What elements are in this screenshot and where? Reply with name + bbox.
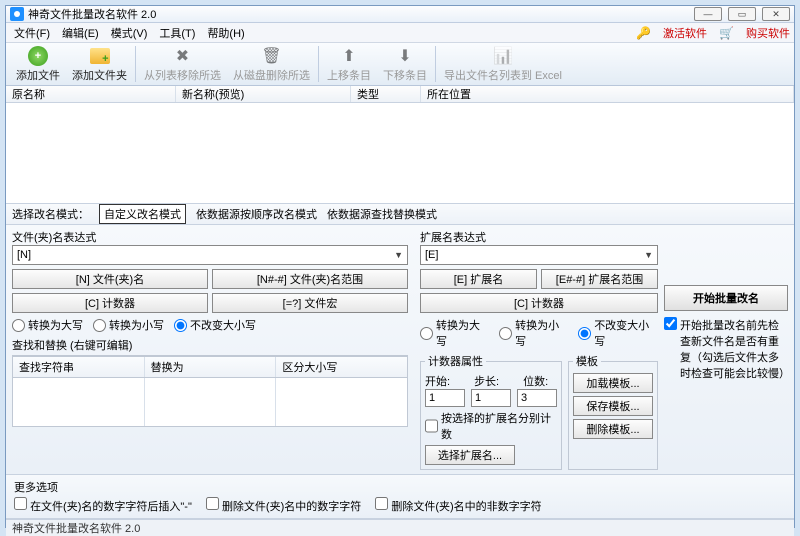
add-folder-button[interactable]: 添加文件夹	[66, 43, 133, 85]
btn-macro-token[interactable]: [=?] 文件宏	[212, 293, 408, 313]
per-ext-checkbox[interactable]: 按选择的扩展名分别计数	[425, 410, 557, 442]
menu-tool[interactable]: 工具(T)	[155, 23, 199, 43]
btn-ext-counter-token[interactable]: [C] 计数器	[420, 293, 658, 313]
ext-expr-input[interactable]: [E]▼	[420, 245, 658, 265]
menu-edit[interactable]: 编辑(E)	[58, 23, 103, 43]
mode-bar: 选择改名模式： 自定义改名模式 依数据源按顺序改名模式 依数据源查找替换模式	[6, 203, 794, 225]
start-rename-button[interactable]: 开始批量改名	[664, 285, 788, 311]
arrow-up-icon: ⬆	[338, 45, 360, 66]
col-location[interactable]: 所在位置	[421, 86, 794, 102]
btn-counter-token[interactable]: [C] 计数器	[12, 293, 208, 313]
find-col-replace: 替换为	[145, 357, 277, 377]
statusbar: 神奇文件批量改名软件 2.0	[6, 519, 794, 536]
opt-del-nondigits[interactable]: 删除文件(夹)名中的非数字字符	[375, 497, 541, 514]
excel-icon: 📊	[492, 45, 514, 66]
find-replace-group: 查找字符串 替换为 区分大小写	[12, 355, 408, 427]
plus-icon: +	[28, 46, 48, 66]
ext-radio-upper[interactable]: 转换为大写	[420, 317, 489, 349]
menubar: 文件(F) 编辑(E) 模式(V) 工具(T) 帮助(H) 🔑 激活软件 🛒 购…	[6, 23, 794, 43]
titlebar: 神奇文件批量改名软件 2.0 — ▭ ✕	[6, 6, 794, 23]
mode-label: 选择改名模式：	[12, 206, 89, 222]
ext-radio-lower[interactable]: 转换为小写	[499, 317, 568, 349]
app-icon	[10, 7, 24, 21]
opt-insert-dash[interactable]: 在文件(夹)名的数字字符后插入"-"	[14, 497, 192, 514]
key-icon: 🔑	[632, 24, 655, 42]
find-col-case: 区分大小写	[276, 357, 407, 377]
menu-help[interactable]: 帮助(H)	[203, 23, 248, 43]
col-newname[interactable]: 新名称(预览)	[176, 86, 351, 102]
radio-upper[interactable]: 转换为大写	[12, 317, 83, 333]
cart-icon: 🛒	[715, 24, 738, 42]
col-type[interactable]: 类型	[351, 86, 421, 102]
mode-custom[interactable]: 自定义改名模式	[99, 204, 186, 224]
find-col-search: 查找字符串	[13, 357, 145, 377]
close-button[interactable]: ✕	[762, 7, 790, 21]
btn-name-token[interactable]: [N] 文件(夹)名	[12, 269, 208, 289]
remove-from-disk-button[interactable]: 🗑 从磁盘删除所选	[227, 43, 316, 85]
ext-expr-label: 扩展名表达式	[420, 229, 658, 245]
maximize-button[interactable]: ▭	[728, 7, 756, 21]
check-duplicates-checkbox[interactable]: 开始批量改名前先检查新文件名是否有重复（勾选后文件太多时检查可能会比较慢）	[664, 317, 788, 381]
more-title: 更多选项	[14, 479, 786, 495]
delete-template-button[interactable]: 删除模板...	[573, 419, 653, 439]
mode-order[interactable]: 依数据源按顺序改名模式	[196, 206, 317, 222]
activate-link[interactable]: 激活软件	[663, 25, 707, 41]
choose-ext-button[interactable]: 选择扩展名...	[425, 445, 515, 465]
trash-icon: 🗑	[261, 45, 283, 66]
radio-lower[interactable]: 转换为小写	[93, 317, 164, 333]
find-replace-title: 查找和替换 (右键可编辑)	[12, 337, 408, 353]
move-up-button[interactable]: ⬆ 上移条目	[321, 43, 377, 85]
btn-name-range-token[interactable]: [N#-#] 文件(夹)名范围	[212, 269, 408, 289]
btn-ext-range-token[interactable]: [E#-#] 扩展名范围	[541, 269, 658, 289]
opt-del-digits[interactable]: 删除文件(夹)名中的数字字符	[206, 497, 361, 514]
save-template-button[interactable]: 保存模板...	[573, 396, 653, 416]
file-list-header: 原名称 新名称(预览) 类型 所在位置	[6, 86, 794, 103]
radio-keep[interactable]: 不改变大小写	[174, 317, 256, 333]
counter-digits[interactable]: 3	[517, 389, 557, 407]
export-excel-button[interactable]: 📊 导出文件名列表到 Excel	[438, 43, 568, 85]
ext-radio-keep[interactable]: 不改变大小写	[578, 317, 658, 349]
minimize-button[interactable]: —	[694, 7, 722, 21]
settings-panels: 文件(夹)名表达式 [N]▼ [N] 文件(夹)名 [N#-#] 文件(夹)名范…	[6, 225, 794, 475]
chevron-down-icon: ▼	[644, 250, 653, 260]
counter-group: 计数器属性 开始: 步长: 位数: 1 1 3 按选择的扩展名分别计数	[420, 353, 562, 470]
buy-link[interactable]: 购买软件	[746, 25, 790, 41]
file-list[interactable]	[6, 103, 794, 203]
mode-replace[interactable]: 依数据源查找替换模式	[327, 206, 437, 222]
add-file-button[interactable]: + 添加文件	[10, 43, 66, 85]
window-title: 神奇文件批量改名软件 2.0	[28, 6, 156, 22]
arrow-down-icon: ⬇	[394, 45, 416, 66]
menu-mode[interactable]: 模式(V)	[107, 23, 152, 43]
load-template-button[interactable]: 加载模板...	[573, 373, 653, 393]
remove-from-list-button[interactable]: ✖ 从列表移除所选	[138, 43, 227, 85]
menu-file[interactable]: 文件(F)	[10, 23, 54, 43]
btn-ext-token[interactable]: [E] 扩展名	[420, 269, 537, 289]
toolbar: + 添加文件 添加文件夹 ✖ 从列表移除所选 🗑 从磁盘删除所选 ⬆ 上移条目 …	[6, 43, 794, 86]
file-expr-label: 文件(夹)名表达式	[12, 229, 408, 245]
remove-list-icon: ✖	[172, 45, 194, 66]
more-options: 更多选项 在文件(夹)名的数字字符后插入"-" 删除文件(夹)名中的数字字符 删…	[6, 475, 794, 519]
move-down-button[interactable]: ⬇ 下移条目	[377, 43, 433, 85]
template-group: 模板 加载模板... 保存模板... 删除模板...	[568, 353, 658, 470]
counter-start[interactable]: 1	[425, 389, 465, 407]
file-expr-input[interactable]: [N]▼	[12, 245, 408, 265]
col-original[interactable]: 原名称	[6, 86, 176, 102]
folder-plus-icon	[90, 48, 110, 64]
chevron-down-icon: ▼	[394, 250, 403, 260]
app-window: 神奇文件批量改名软件 2.0 — ▭ ✕ 文件(F) 编辑(E) 模式(V) 工…	[5, 5, 795, 528]
find-replace-table[interactable]	[13, 377, 407, 426]
counter-step[interactable]: 1	[471, 389, 511, 407]
